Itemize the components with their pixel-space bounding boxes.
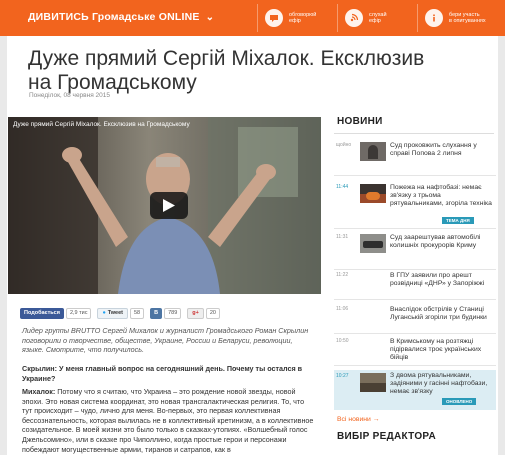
news-item[interactable]: 11:31 Суд заарештував автомобілі колишні…	[334, 234, 496, 270]
divider	[417, 4, 418, 32]
news-heading: НОВИНИ	[337, 116, 383, 127]
play-icon	[163, 199, 175, 212]
news-item[interactable]: 10:27 З двома рятувальниками, задіяними …	[334, 370, 496, 410]
news-headline: В ГПУ заявили про арешт розвідниці «ДНР»…	[390, 272, 485, 288]
listen-broadcast-button[interactable]: слухай ефір	[337, 0, 417, 36]
watch-online-link[interactable]: ДИВИТИСЬ Громадське ONLINE ⌄	[28, 11, 214, 23]
facebook-count: 2,9 тис	[65, 307, 92, 319]
video-player[interactable]: Дуже прямий Сергій Міхалок. Ексклюзив на…	[8, 117, 321, 294]
page-title: Дуже прямий Сергій Міхалок. Ексклюзив на…	[28, 47, 425, 94]
news-item[interactable]: 11:44 Пожежа на нафтобазі: немає зв'язку…	[334, 184, 496, 229]
answer-text: Потому что я считаю, что Украина – это р…	[22, 387, 314, 454]
interview-question: Скрылин: У меня главный вопрос на сегодн…	[22, 364, 303, 383]
divider	[334, 133, 494, 134]
editors-choice-heading: ВИБІР РЕДАКТОРА	[337, 431, 437, 442]
news-thumbnail	[360, 142, 386, 161]
divider	[334, 333, 496, 334]
news-time: 11:44	[336, 184, 349, 190]
tweet-button[interactable]: ● Tweet	[97, 307, 128, 319]
google-plus-button[interactable]: g+	[187, 307, 204, 319]
discuss-broadcast-button[interactable]: обговорюй ефір	[257, 0, 337, 36]
fb-label: Подобається	[24, 310, 60, 316]
divider	[257, 4, 258, 32]
brand-label: ДИВИТИСЬ Громадське ONLINE	[28, 11, 200, 23]
article-lede: Лидер группы BRUTTO Сергей Михалок и жур…	[22, 326, 309, 355]
news-item[interactable]: 11:22 В ГПУ заявили про арешт розвідниці…	[334, 272, 496, 302]
video-title: Дуже прямий Сергій Міхалок. Ексклюзив на…	[13, 121, 190, 128]
tw-label: Tweet	[107, 310, 123, 316]
play-button[interactable]	[150, 192, 188, 219]
nav-label-line2: ефір	[289, 18, 301, 24]
divider	[334, 299, 496, 300]
divider	[334, 269, 496, 270]
news-item[interactable]: щойно Суд проковжить слухання у справі П…	[334, 142, 496, 176]
nav-label-line2: ефір	[369, 18, 381, 24]
tweet-count: 58	[129, 307, 145, 319]
news-item[interactable]: 11:06 Внаслідок обстрілів у Станиці Луга…	[334, 306, 496, 336]
speech-bubble-icon	[265, 9, 283, 27]
news-time: щойно	[336, 142, 352, 148]
news-time: 11:22	[336, 272, 349, 278]
top-bar: ДИВИТИСЬ Громадське ONLINE ⌄ обговорюй еф…	[0, 0, 505, 36]
divider	[334, 228, 496, 229]
info-icon	[425, 9, 443, 27]
article-date: Понеділок, 08 червня 2015	[29, 92, 111, 99]
answer-speaker: Михалок:	[22, 387, 56, 396]
news-headline: Внаслідок обстрілів у Станиці Луганській…	[390, 306, 487, 322]
share-bar: Подобається 2,9 тис ● Tweet 58 В 789 g+ 2…	[20, 307, 220, 319]
divider	[334, 365, 496, 366]
google-plus-count: 20	[205, 307, 220, 319]
news-time: 11:06	[336, 306, 349, 312]
divider	[334, 175, 496, 176]
news-thumbnail	[360, 373, 386, 392]
vk-label: В	[154, 310, 159, 316]
news-time: 11:31	[336, 234, 349, 240]
news-headline: В Кримському на розтяжці підірвалися тро…	[390, 338, 482, 362]
news-time: 10:27	[336, 373, 349, 379]
news-headline: Суд заарештував автомобілі колишніх прок…	[390, 234, 481, 250]
news-time: 10:50	[336, 338, 349, 344]
chevron-down-icon: ⌄	[205, 12, 215, 23]
facebook-like-button[interactable]: Подобається	[20, 307, 64, 319]
news-headline: Пожежа на нафтобазі: немає зв'язку з трь…	[390, 184, 492, 208]
interview-answer: Михалок: Потому что я считаю, что Украин…	[22, 387, 314, 454]
news-thumbnail	[360, 184, 386, 203]
nav-label-line2: в опитуваннях	[449, 18, 486, 24]
vk-count: 789	[164, 307, 182, 319]
all-news-link[interactable]: Всі новини →	[337, 416, 380, 423]
gp-label: g+	[192, 310, 199, 316]
news-headline: З двома рятувальниками, задіяними у гасі…	[390, 372, 488, 396]
radio-waves-icon	[345, 9, 363, 27]
divider	[337, 4, 338, 32]
twitter-bird-icon: ●	[102, 310, 106, 316]
news-thumbnail	[360, 234, 386, 253]
news-item[interactable]: 10:50 В Кримському на розтяжці підірвали…	[334, 338, 496, 368]
updated-badge: ОНОВЛЕНО	[442, 398, 477, 405]
vk-share-button[interactable]: В	[150, 307, 163, 319]
topic-badge[interactable]: ТЕМА ДНЯ	[442, 217, 474, 224]
news-headline: Суд проковжить слухання у справі Попова …	[390, 142, 477, 158]
polls-button[interactable]: бери участь в опитуваннях	[417, 0, 505, 36]
